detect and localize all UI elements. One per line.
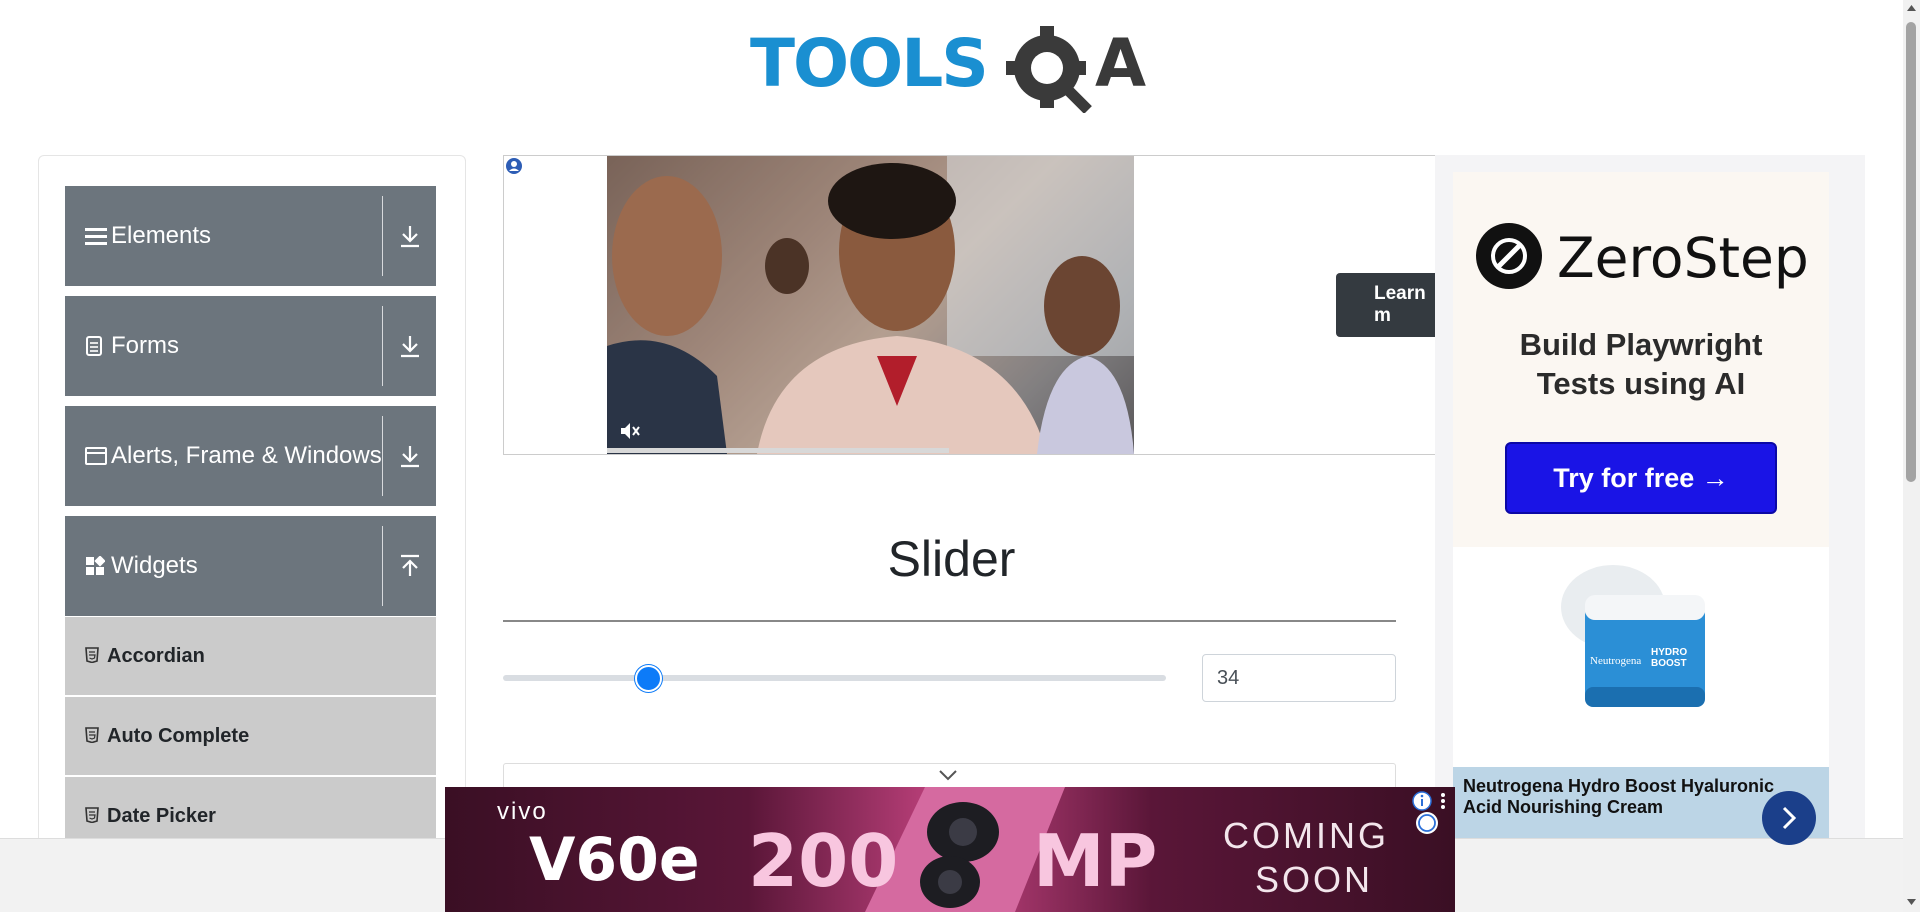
zerostep-brand: ZeroStep [1557, 226, 1809, 290]
range-slider-thumb[interactable] [635, 665, 663, 692]
learn-more-button[interactable]: Learn m [1336, 273, 1446, 337]
try-for-free-button[interactable]: Try for free → [1505, 442, 1777, 514]
logo-text-a: A [1095, 25, 1146, 102]
scrollbar-thumb[interactable] [1906, 22, 1916, 482]
html5-icon [85, 646, 107, 666]
ad-headline-1: Build Playwright [1519, 327, 1763, 362]
ad-privacy-icon[interactable] [504, 156, 524, 176]
cream-product-image[interactable]: Neutrogena HYDRO BOOST [1453, 547, 1829, 767]
download-arrow-icon[interactable] [383, 186, 436, 286]
hamburger-icon [85, 226, 111, 246]
ad-menu-icon[interactable] [1435, 790, 1451, 812]
html5-icon [85, 806, 107, 826]
ad-info-icon[interactable] [1411, 790, 1433, 812]
soon-text: SOON [1255, 859, 1374, 900]
vivo-logo: vivo [497, 798, 548, 825]
sidebar-item-label: Auto Complete [107, 724, 250, 747]
download-arrow-icon[interactable] [383, 296, 436, 396]
sidebar-item-accordian[interactable]: Accordian [65, 617, 436, 697]
cream-label-line1: HYDRO [1651, 647, 1688, 658]
video-progress[interactable] [607, 448, 949, 453]
cream-ad-line2: Acid Nourishing Cream [1463, 797, 1664, 817]
ai-badge-icon [1416, 812, 1438, 834]
cream-ad-line1: Neutrogena Hydro Boost Hyaluronic [1463, 776, 1775, 796]
sidebar-item-label: Date Picker [107, 804, 216, 827]
model-name: V60e [529, 825, 700, 895]
cream-ad-text: Neutrogena Hydro Boost Hyaluronic Acid N… [1463, 776, 1774, 818]
video-frame-image [607, 156, 1134, 454]
next-arrow-button[interactable] [1762, 791, 1816, 845]
scroll-up-icon[interactable] [1907, 4, 1916, 12]
html5-icon [85, 726, 107, 746]
group-forms[interactable]: Forms [65, 296, 436, 396]
range-slider[interactable] [503, 675, 1166, 681]
vivo-banner-ad[interactable]: vivo V60e 200 MP COMING SOON [445, 787, 1455, 912]
logo-text-tools: TOOLS [750, 25, 987, 102]
group-alerts-frame-windows[interactable]: Alerts, Frame & Windows [65, 406, 436, 506]
group-elements[interactable]: Elements [65, 186, 436, 286]
window-icon [85, 446, 111, 466]
megapixels-unit: MP [1033, 819, 1158, 903]
group-widgets[interactable]: Widgets [65, 516, 436, 616]
toolsqa-logo[interactable]: TOOLS A [750, 18, 1155, 114]
cream-label-line2: BOOST [1651, 658, 1687, 669]
document-icon [85, 336, 111, 356]
widgets-icon [85, 556, 111, 576]
coming-text: COMING [1223, 815, 1389, 856]
left-panel: Elements Forms Alerts, Frame & Windows W… [38, 155, 466, 912]
gear-icon [1006, 26, 1092, 114]
ad-headline-2: Tests using AI [1536, 366, 1746, 401]
zerostep-logo-icon [1476, 223, 1542, 289]
video-player[interactable] [607, 156, 1134, 454]
upload-arrow-icon[interactable] [383, 516, 436, 616]
sidebar-item-label: Accordian [107, 644, 205, 667]
chevron-down-icon[interactable] [938, 768, 958, 782]
cream-label-product: HYDRO BOOST [1651, 647, 1687, 669]
scroll-down-icon[interactable] [1907, 898, 1916, 906]
cream-label-brand: Neutrogena [1590, 655, 1642, 667]
title-divider [503, 620, 1396, 622]
download-arrow-icon[interactable] [383, 406, 436, 506]
zerostep-ad-panel[interactable]: ZeroStep Build Playwright Tests using AI… [1453, 172, 1829, 547]
mute-icon[interactable] [619, 420, 641, 442]
chevron-right-icon [1782, 806, 1797, 830]
slider-value-field[interactable] [1202, 654, 1396, 702]
sidebar-item-auto-complete[interactable]: Auto Complete [65, 697, 436, 777]
page-title: Slider [887, 531, 1016, 587]
megapixels-number: 200 [748, 819, 899, 903]
